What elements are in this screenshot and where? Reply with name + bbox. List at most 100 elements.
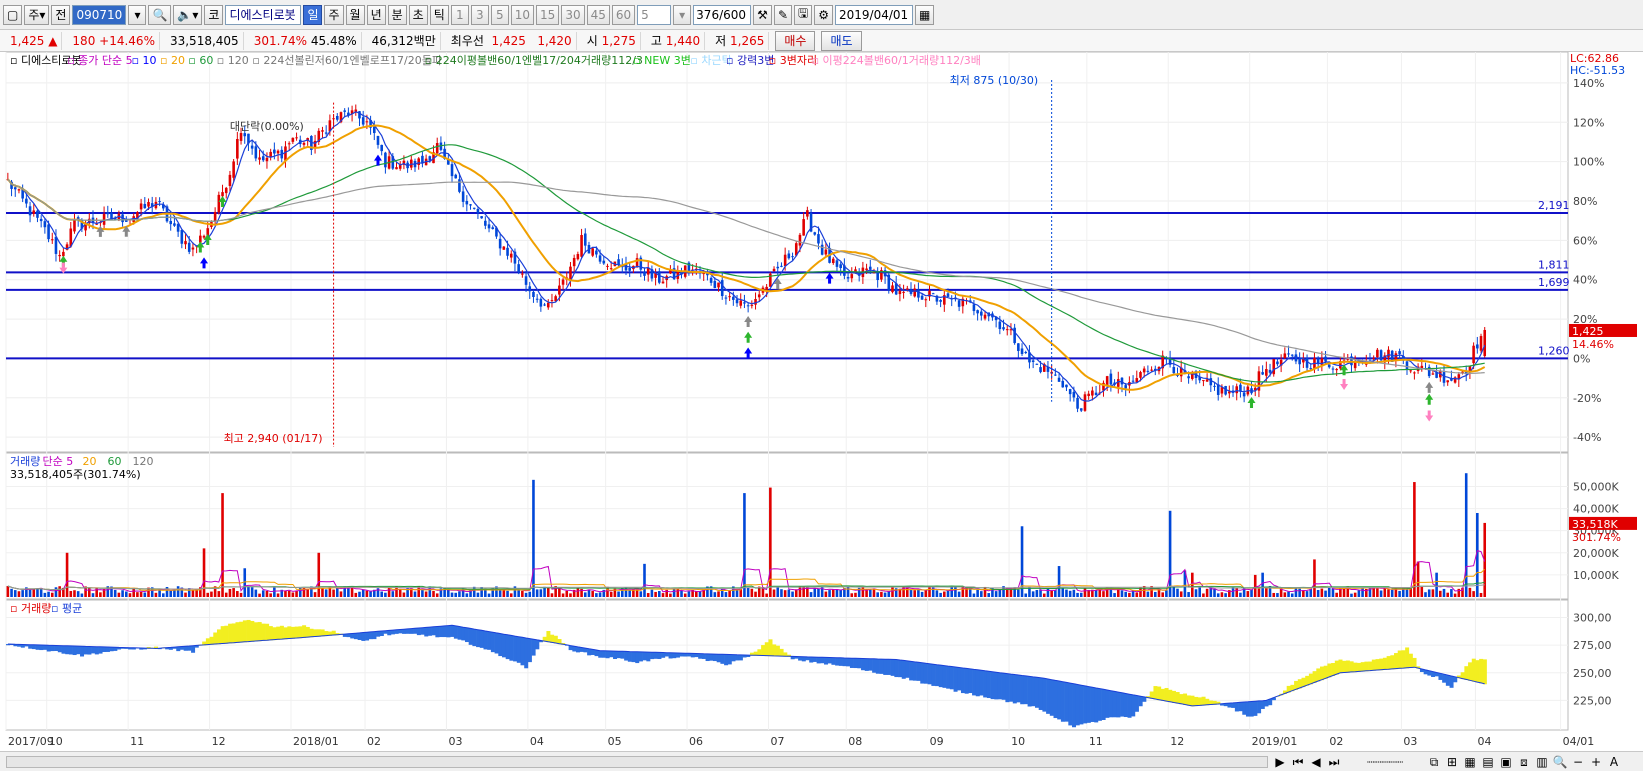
all-button[interactable]: 전: [51, 4, 71, 25]
volume-bar: [583, 592, 587, 597]
draw-tool-icon[interactable]: ✎: [773, 4, 792, 25]
candle-body: [361, 117, 365, 125]
avg-area-bar: [1057, 681, 1062, 720]
interval-30[interactable]: 30: [561, 4, 585, 25]
candle-body: [169, 220, 173, 225]
speaker-icon[interactable]: 🔈▾: [173, 4, 203, 25]
candle-body: [239, 133, 243, 141]
tab-second[interactable]: 초: [408, 4, 428, 25]
avg-area-bar: [1345, 660, 1350, 673]
stock-name-field[interactable]: 디에스티로봇: [225, 4, 302, 25]
avg-area-bar: [1349, 661, 1354, 673]
zoom-in-icon[interactable]: +: [1588, 754, 1604, 770]
calendar-icon[interactable]: ▦: [915, 4, 935, 25]
tab-week[interactable]: 주: [324, 4, 344, 25]
avg-area-bar: [650, 652, 655, 660]
date-field[interactable]: 2019/04/01: [835, 4, 913, 25]
window-icon-2[interactable]: ▣: [1498, 754, 1514, 770]
tab-tick[interactable]: 틱: [429, 4, 449, 25]
avg-area-bar: [761, 645, 766, 657]
buy-button[interactable]: 매수: [775, 30, 816, 51]
save-icon[interactable]: 🖫: [794, 4, 813, 25]
volume-bar: [1061, 588, 1065, 597]
scroll-right-icon[interactable]: ▶: [1272, 754, 1288, 770]
interval-15[interactable]: 15: [536, 4, 560, 25]
avg-y-tick: 250,00: [1573, 667, 1612, 680]
volume-bar: [125, 591, 128, 597]
tab-year[interactable]: 년: [366, 4, 386, 25]
interval-3[interactable]: 3: [470, 4, 489, 25]
interval-1[interactable]: 1: [450, 4, 469, 25]
volume-bar: [591, 591, 594, 597]
volume-bar: [1153, 591, 1157, 597]
window-icon[interactable]: ▢: [3, 4, 23, 25]
volume-bar: [750, 588, 754, 597]
zoom-slider[interactable]: ┈┈┈┈┈: [1350, 754, 1420, 770]
scroll-track[interactable]: [6, 756, 1268, 768]
avg-area-bar: [65, 645, 70, 655]
grid-icon[interactable]: ▦: [1462, 754, 1478, 770]
avg-area-bar: [505, 634, 510, 660]
gear-icon[interactable]: ⚙: [814, 4, 833, 25]
avg-area-bar: [250, 620, 255, 642]
avg-area-bar: [28, 644, 33, 649]
cascade-icon[interactable]: ⧈: [1516, 754, 1532, 770]
tab-minute[interactable]: 분: [387, 4, 407, 25]
code-short-button[interactable]: 코: [204, 4, 224, 25]
interval-5[interactable]: 5: [490, 4, 509, 25]
tab-month[interactable]: 월: [345, 4, 365, 25]
stock-code-input[interactable]: 090710: [72, 4, 127, 25]
candle-body: [980, 311, 983, 316]
interval-count-select[interactable]: 5: [637, 4, 672, 25]
panel-icon[interactable]: ▤: [1480, 754, 1496, 770]
volume-bar: [987, 593, 991, 597]
candle-body: [384, 152, 387, 168]
stock-chart[interactable]: 140%120%100%80%60%40%20%0%-20%-40%2017/0…: [0, 51, 1643, 751]
avg-area-bar: [424, 627, 429, 637]
first-page-icon[interactable]: ⏮: [1290, 754, 1306, 770]
zoom-out-icon[interactable]: −: [1570, 754, 1586, 770]
avg-area-bar: [916, 662, 921, 681]
volume-bar: [236, 591, 239, 597]
prev-icon[interactable]: ◀: [1308, 754, 1324, 770]
avg-area-bar: [50, 645, 55, 652]
avg-area-bar: [901, 660, 906, 679]
volume-bar: [687, 591, 691, 597]
interval-dropdown-icon[interactable]: ▾: [673, 4, 692, 25]
font-size-icon[interactable]: A: [1606, 754, 1622, 770]
tile-icon[interactable]: ▥: [1534, 754, 1550, 770]
volume-bar: [1187, 592, 1190, 597]
search-icon[interactable]: 🔍: [148, 4, 172, 25]
interval-60[interactable]: 60: [611, 4, 636, 25]
indicator-icon[interactable]: ⚒: [753, 4, 772, 25]
candle-body: [865, 268, 868, 271]
volume-bar: [1302, 590, 1305, 597]
volume-bar: [454, 592, 458, 597]
avg-area-bar: [43, 645, 48, 650]
code-dropdown-icon[interactable]: ▾: [128, 4, 147, 25]
candle-body: [724, 297, 728, 299]
volume-bar: [1276, 593, 1279, 597]
sell-button[interactable]: 매도: [821, 30, 862, 51]
interval-45[interactable]: 45: [586, 4, 610, 25]
candle-body: [1272, 359, 1276, 375]
split-icon[interactable]: ⊞: [1444, 754, 1460, 770]
page-counter[interactable]: 376/600: [693, 4, 752, 25]
magnifier-icon[interactable]: 🔍: [1552, 754, 1568, 770]
candle-body: [1087, 393, 1090, 397]
candle-body: [480, 216, 483, 219]
tab-day[interactable]: 일: [303, 4, 323, 25]
avg-area-bar: [1364, 661, 1369, 672]
price-legend-item: ▫ 이평224볼밴60/1거래량112/3배: [812, 54, 981, 67]
volume-bar: [206, 592, 210, 597]
period-main-select[interactable]: 주 ▾: [24, 4, 50, 25]
interval-10[interactable]: 10: [510, 4, 535, 25]
next-icon[interactable]: ⏭: [1326, 754, 1342, 770]
amount-value: 46,312백만: [371, 34, 436, 48]
volume-bar: [831, 589, 835, 597]
volume-bar: [1416, 561, 1420, 597]
candle-body: [221, 192, 224, 197]
avg-area-bar: [472, 629, 477, 647]
price-level-label: 1,260: [1538, 344, 1570, 357]
layout-icon[interactable]: ⧉: [1426, 754, 1442, 770]
